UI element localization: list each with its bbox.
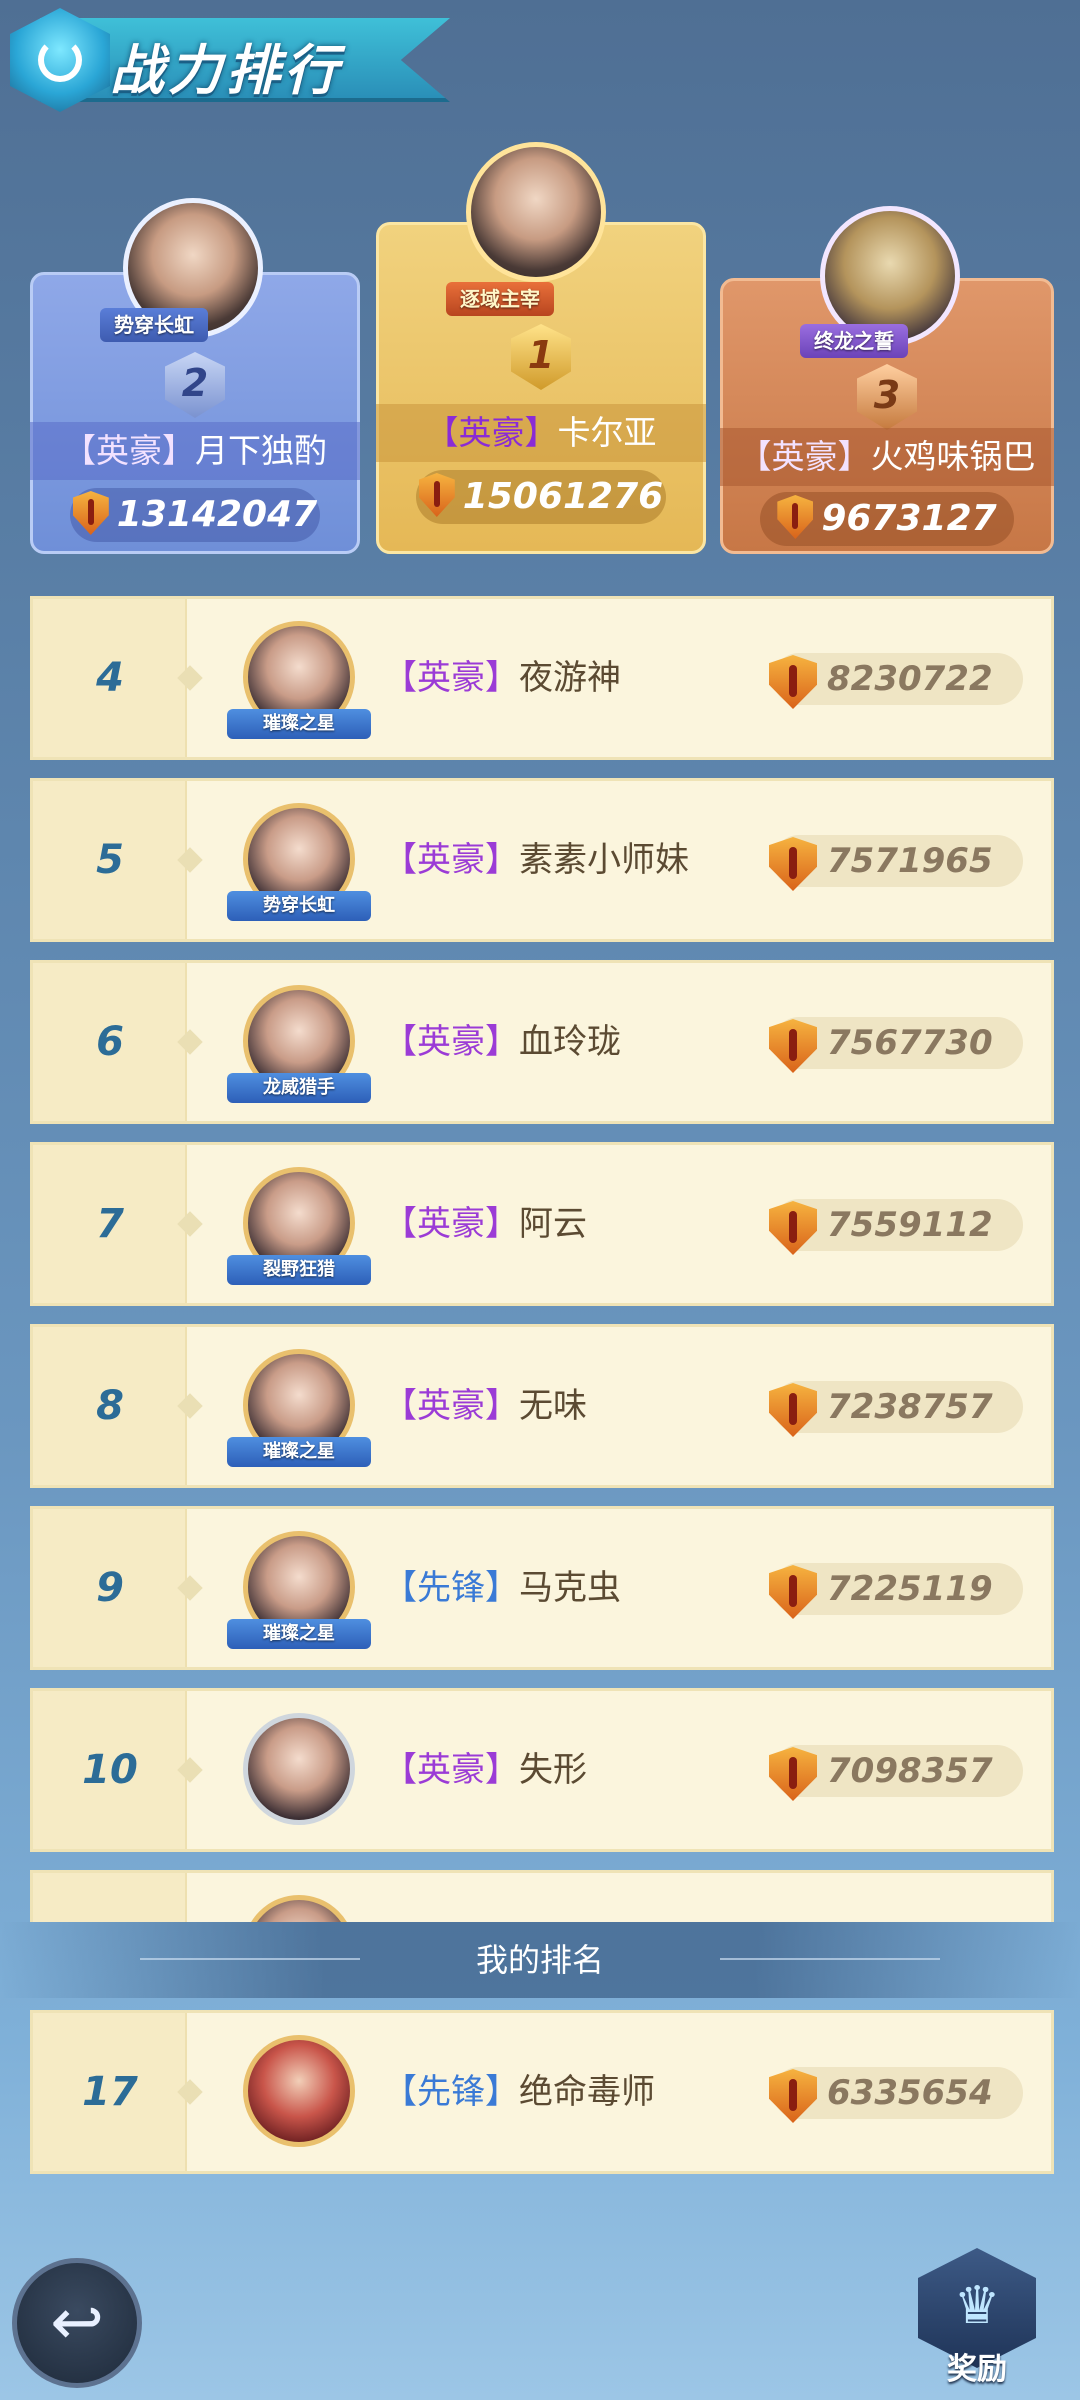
rank-number: 7: [96, 1201, 124, 1247]
player-name: 【英豪】火鸡味锅巴: [720, 428, 1054, 486]
class-tag: 【英豪】: [383, 1204, 519, 1244]
power-value: 7559112: [827, 1205, 993, 1245]
rank-number: 8: [96, 1383, 124, 1429]
power-value: 7571965: [827, 841, 993, 881]
player-title-badge: 璀璨之星: [227, 1437, 371, 1467]
class-tag: 【英豪】: [383, 1386, 519, 1426]
crown-icon: ♛: [953, 2276, 1001, 2336]
class-tag: 【先锋】: [383, 2072, 519, 2112]
player-name: 【英豪】卡尔亚: [376, 404, 706, 462]
class-tag: 【英豪】: [738, 437, 871, 476]
player-name: 【先锋】绝命毒师: [383, 2072, 655, 2112]
power-value: 6335654: [827, 2073, 993, 2113]
player-title-badge: 龙威猎手: [227, 1073, 371, 1103]
player-name: 【英豪】失形: [383, 1750, 587, 1790]
player-name-text: 卡尔亚: [557, 413, 657, 452]
class-tag: 【英豪】: [425, 413, 558, 452]
player-title-badge: 逐域主宰: [446, 282, 554, 316]
player-name-text: 月下独酌: [195, 431, 327, 470]
power-shield-icon: [777, 495, 814, 539]
rank-number: 5: [96, 837, 124, 883]
rank-number: 4: [96, 655, 124, 701]
player-name: 【先锋】马克虫: [383, 1568, 621, 1608]
class-tag: 【英豪】: [383, 658, 519, 698]
power-value: 9673127: [760, 492, 1014, 546]
player-title-badge: 终龙之誓: [800, 324, 908, 358]
list-item[interactable]: 5 势穿长虹 【英豪】素素小师妹 7571965: [30, 778, 1054, 942]
power-value: 15061276: [416, 470, 666, 524]
ranking-list[interactable]: 4 璀璨之星 【英豪】夜游神 8230722 5 势穿长虹 【英豪】素素小师妹 …: [30, 596, 1054, 1922]
power-value: 13142047: [70, 488, 320, 542]
power-value: 7238757: [827, 1387, 993, 1427]
player-title-badge: 势穿长虹: [227, 891, 371, 921]
player-name: 【英豪】阿云: [383, 1204, 587, 1244]
power-value: 7098357: [827, 1751, 993, 1791]
reward-button[interactable]: ♛ 奖励: [918, 2248, 1036, 2388]
power-value: 7225119: [827, 1569, 993, 1609]
list-item[interactable]: 4 璀璨之星 【英豪】夜游神 8230722: [30, 596, 1054, 760]
class-tag: 【英豪】: [383, 1022, 519, 1062]
my-rank-row[interactable]: 17 【先锋】绝命毒师 6335654: [30, 2010, 1054, 2174]
rank-number: 6: [96, 1019, 124, 1065]
page-title: 战力排行: [110, 39, 342, 102]
power-shield-icon: [72, 491, 109, 535]
class-tag: 【英豪】: [383, 1750, 519, 1790]
podium-rank-2[interactable]: 势穿长虹 2 【英豪】月下独酌 13142047: [30, 198, 360, 554]
class-tag: 【先锋】: [383, 1568, 519, 1608]
podium-rank-3[interactable]: 终龙之誓 3 【英豪】火鸡味锅巴 9673127: [720, 206, 1054, 554]
list-item[interactable]: 6 龙威猎手 【英豪】血玲珑 7567730: [30, 960, 1054, 1124]
reward-label: 奖励: [947, 2352, 1007, 2387]
list-item[interactable]: 8 璀璨之星 【英豪】无味 7238757: [30, 1324, 1054, 1488]
list-item[interactable]: 10 【英豪】失形 7098357: [30, 1688, 1054, 1852]
player-name: 【英豪】素素小师妹: [383, 840, 689, 880]
avatar: [243, 1895, 355, 1922]
rank-number: 10: [82, 1747, 138, 1793]
player-name: 【英豪】夜游神: [383, 658, 621, 698]
back-button[interactable]: ↩: [12, 2258, 142, 2388]
power-shield-icon: [418, 473, 455, 517]
player-name: 【英豪】无味: [383, 1386, 587, 1426]
player-name-text: 火鸡味锅巴: [870, 437, 1036, 476]
player-name: 【英豪】月下独酌: [30, 422, 360, 480]
my-rank-header: 我的排名: [0, 1922, 1080, 1998]
rank-number: 9: [96, 1565, 124, 1611]
podium-rank-1[interactable]: 逐域主宰 1 【英豪】卡尔亚 15061276: [376, 142, 706, 554]
header: 战力排行: [0, 0, 460, 120]
player-name: 【英豪】血玲珑: [383, 1022, 621, 1062]
list-item[interactable]: 7 裂野狂猎 【英豪】阿云 7559112: [30, 1142, 1054, 1306]
player-title-badge: 璀璨之星: [227, 1619, 371, 1649]
back-arrow-icon: ↩: [50, 2286, 104, 2360]
list-item[interactable]: 9 璀璨之星 【先锋】马克虫 7225119: [30, 1506, 1054, 1670]
avatar: [243, 2035, 355, 2147]
player-title-badge: 势穿长虹: [100, 308, 208, 342]
player-title-badge: 裂野狂猎: [227, 1255, 371, 1285]
power-value: 7567730: [827, 1023, 993, 1063]
class-tag: 【英豪】: [63, 431, 195, 470]
class-tag: 【英豪】: [383, 840, 519, 880]
list-item-partial[interactable]: [30, 1870, 1054, 1922]
my-rank-label: 我的排名: [475, 1941, 604, 1979]
avatar: [243, 1713, 355, 1825]
avatar: [466, 142, 606, 282]
player-title-badge: 璀璨之星: [227, 709, 371, 739]
rank-number: 17: [82, 2069, 138, 2115]
power-value: 8230722: [827, 659, 993, 699]
